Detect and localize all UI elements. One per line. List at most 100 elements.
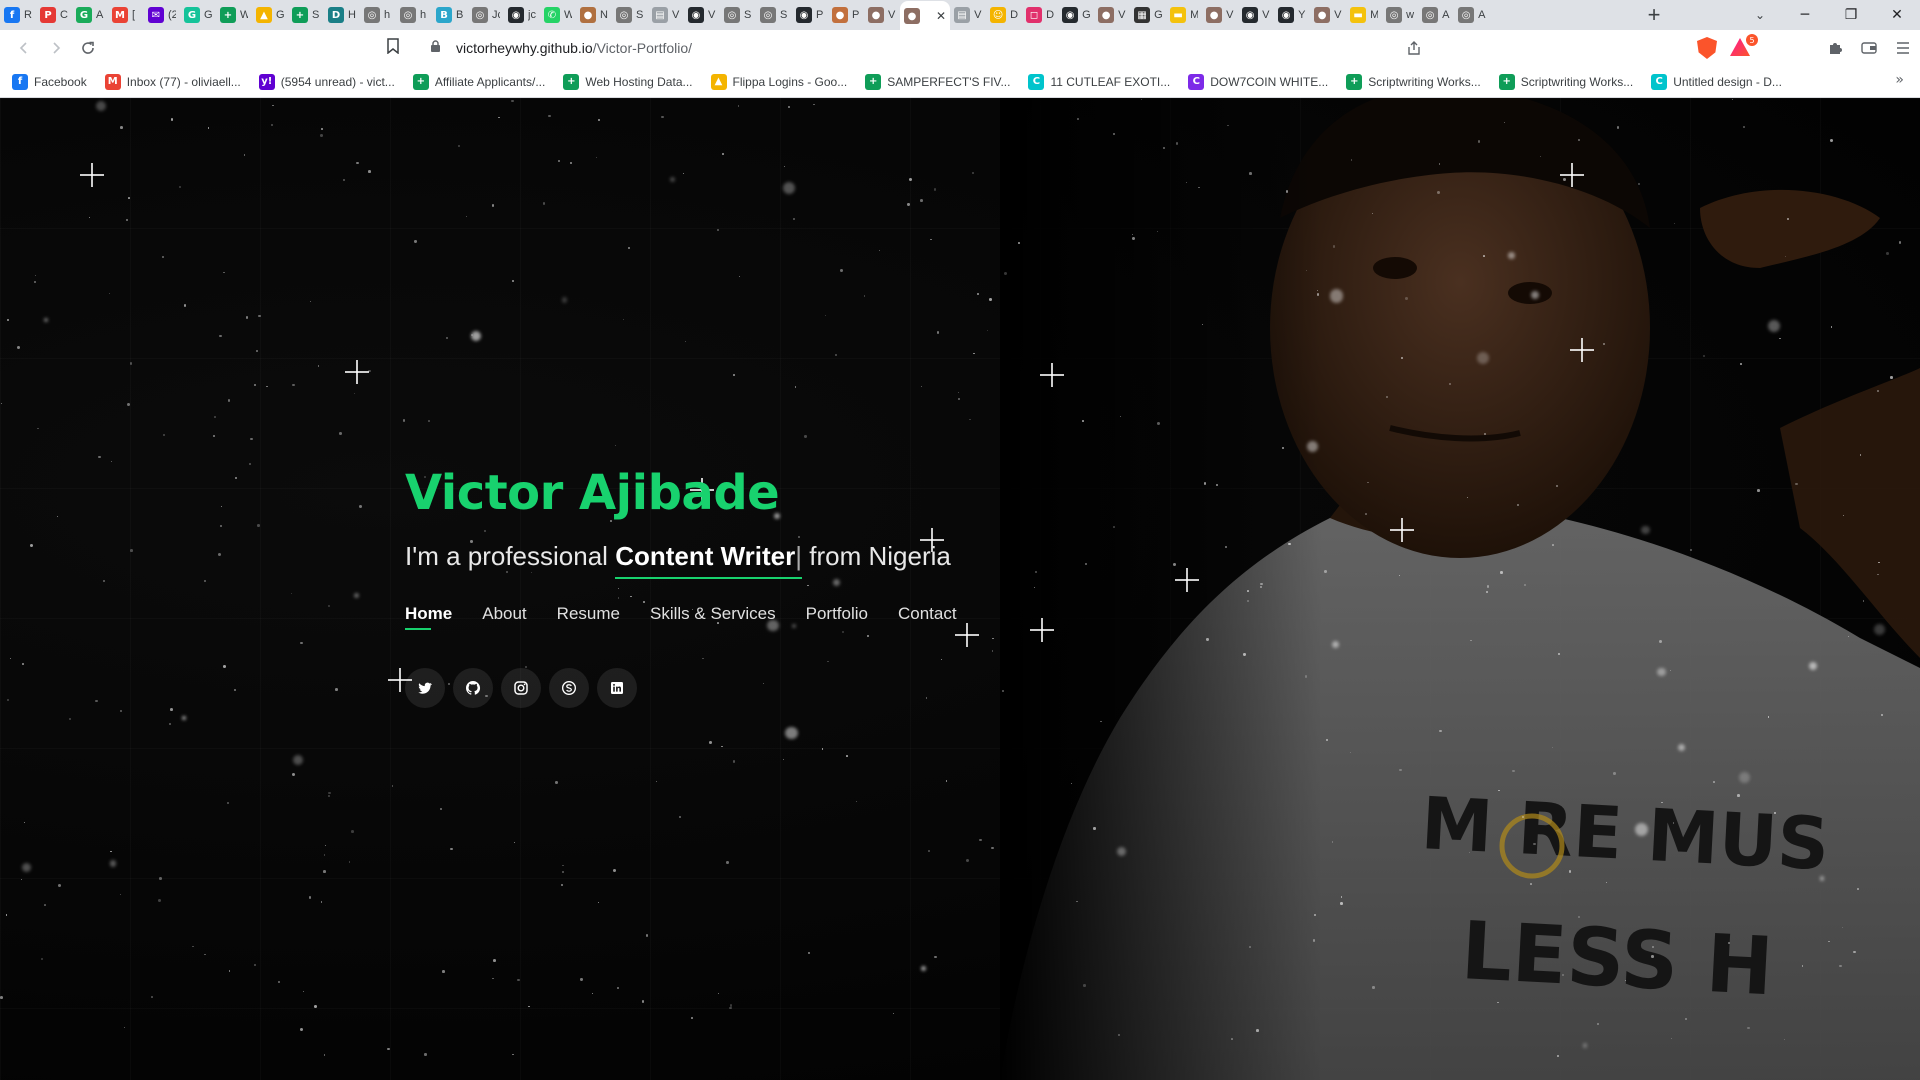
instagram-link[interactable]: [501, 668, 541, 708]
star: [1596, 1023, 1599, 1026]
wallet-icon[interactable]: [1852, 31, 1886, 65]
share-icon[interactable]: [1398, 32, 1430, 64]
browser-tab[interactable]: ● V: [1310, 2, 1346, 28]
star: [1521, 815, 1524, 818]
bookmark-item[interactable]: f Facebook: [12, 73, 87, 90]
browser-tab[interactable]: ◎ Jc: [468, 2, 504, 28]
tag-icon: ▬: [1170, 7, 1187, 23]
browser-tab[interactable]: ◉ P: [792, 2, 828, 28]
browser-tab[interactable]: + S: [288, 2, 324, 28]
star: [402, 419, 406, 422]
star: [243, 154, 246, 157]
menu-icon[interactable]: [1886, 31, 1920, 65]
star: [1556, 1055, 1559, 1058]
new-tab-button[interactable]: +: [1640, 1, 1668, 29]
browser-tab[interactable]: ◉ G: [1058, 2, 1094, 28]
browser-tab[interactable]: ◻ D: [1022, 2, 1058, 28]
bookmark-item[interactable]: ▲ Flippa Logins - Goo...: [710, 73, 847, 90]
close-window-button[interactable]: ✕: [1874, 0, 1920, 30]
tab-title: D: [1046, 9, 1055, 21]
nav-resume[interactable]: Resume: [557, 604, 620, 630]
star: [440, 808, 442, 811]
star: [314, 1005, 317, 1008]
star: [1500, 571, 1503, 574]
nav-portfolio[interactable]: Portfolio: [806, 604, 868, 630]
forward-button[interactable]: [40, 32, 72, 64]
browser-tab[interactable]: ◎ S: [612, 2, 648, 28]
back-button[interactable]: [8, 32, 40, 64]
nav-home[interactable]: Home: [405, 604, 452, 630]
browser-tab[interactable]: ◎ A: [1454, 2, 1490, 28]
browser-tab[interactable]: PC: [36, 2, 72, 28]
bookmark-item[interactable]: + SAMPERFECT'S FIV...: [865, 73, 1010, 90]
browser-tab[interactable]: ▬ M: [1166, 2, 1202, 28]
skype-link[interactable]: [549, 668, 589, 708]
bookmark-item[interactable]: + Scriptwriting Works...: [1498, 73, 1633, 90]
browser-tab[interactable]: ▤ V: [950, 2, 986, 28]
star: [1131, 237, 1135, 240]
browser-tab[interactable]: ◉ V: [1238, 2, 1274, 28]
browser-tab[interactable]: DH: [324, 2, 360, 28]
lock-icon[interactable]: [430, 40, 448, 56]
browser-tab[interactable]: ◉ Y: [1274, 2, 1310, 28]
bookmark-item[interactable]: + Web Hosting Data...: [563, 73, 693, 90]
browser-tab[interactable]: ● V: [864, 2, 900, 28]
linkedin-link[interactable]: [597, 668, 637, 708]
browser-tab[interactable]: ◎ h: [396, 2, 432, 28]
browser-tab[interactable]: BB: [432, 2, 468, 28]
browser-tab[interactable]: ☺ D: [986, 2, 1022, 28]
browser-tab[interactable]: ◎ w: [1382, 2, 1418, 28]
browser-tab[interactable]: fR: [0, 2, 36, 28]
bookmark-item[interactable]: C DOW7COIN WHITE...: [1188, 73, 1328, 90]
browser-tab[interactable]: ◎ h: [360, 2, 396, 28]
browser-tab[interactable]: ● V: [1202, 2, 1238, 28]
browser-tab[interactable]: ● V: [1094, 2, 1130, 28]
address-bar[interactable]: victorheywhy.github.io/Victor-Portfolio/: [430, 33, 1550, 63]
browser-tab[interactable]: M[: [108, 2, 144, 28]
close-tab-icon[interactable]: ✕: [936, 9, 946, 23]
nav-skills-services[interactable]: Skills & Services: [650, 604, 776, 630]
bookmark-item[interactable]: y! (5954 unread) - vict...: [258, 73, 395, 90]
github-link[interactable]: [453, 668, 493, 708]
browser-tab[interactable]: GG: [180, 2, 216, 28]
extensions-icon[interactable]: [1818, 31, 1852, 65]
nav-about[interactable]: About: [482, 604, 526, 630]
bookmark-item[interactable]: M Inbox (77) - oliviaell...: [104, 73, 241, 90]
browser-tab[interactable]: ● ✕: [900, 1, 951, 30]
browser-tab[interactable]: ● P: [828, 2, 864, 28]
brave-rewards-icon[interactable]: 5: [1724, 31, 1758, 65]
browser-tab[interactable]: ◎ S: [756, 2, 792, 28]
bookmark-item[interactable]: + Affiliate Applicants/...: [412, 73, 545, 90]
browser-tab[interactable]: ● N: [576, 2, 612, 28]
twitter-link[interactable]: [405, 668, 445, 708]
browser-tab[interactable]: GA: [72, 2, 108, 28]
reload-button[interactable]: [72, 32, 104, 64]
star: [1568, 870, 1572, 873]
bookmark-page-button[interactable]: [386, 38, 400, 59]
bookmark-item[interactable]: C Untitled design - D...: [1651, 73, 1782, 90]
more-bookmarks-icon[interactable]: »: [1895, 72, 1904, 88]
star: [356, 161, 359, 165]
browser-tab[interactable]: ✉ (2: [144, 2, 180, 28]
browser-tab[interactable]: ▤ V: [648, 2, 684, 28]
browser-tab[interactable]: ◎ A: [1418, 2, 1454, 28]
bookmark-item[interactable]: C 11 CUTLEAF EXOTI...: [1028, 73, 1170, 90]
browser-tab[interactable]: ▦ G: [1130, 2, 1166, 28]
browser-tab[interactable]: ▬ M: [1346, 2, 1382, 28]
tab-title: w: [1406, 9, 1415, 21]
tab-search-icon[interactable]: ⌄: [1740, 0, 1780, 30]
star: [466, 216, 468, 218]
minimize-button[interactable]: ─: [1782, 0, 1828, 30]
browser-tab[interactable]: ◎ S: [720, 2, 756, 28]
browser-tab[interactable]: ▲ G: [252, 2, 288, 28]
bookmark-item[interactable]: + Scriptwriting Works...: [1346, 73, 1481, 90]
brave-shield-icon[interactable]: [1690, 31, 1724, 65]
nav-contact[interactable]: Contact: [898, 604, 957, 630]
star: [203, 579, 207, 583]
facebook-icon: f: [12, 73, 28, 90]
maximize-button[interactable]: ❐: [1828, 0, 1874, 30]
browser-tab[interactable]: + W: [216, 2, 252, 28]
browser-tab[interactable]: ◉ V: [684, 2, 720, 28]
browser-tab[interactable]: ✆ W: [540, 2, 576, 28]
browser-tab[interactable]: ◉ jc: [504, 2, 540, 28]
